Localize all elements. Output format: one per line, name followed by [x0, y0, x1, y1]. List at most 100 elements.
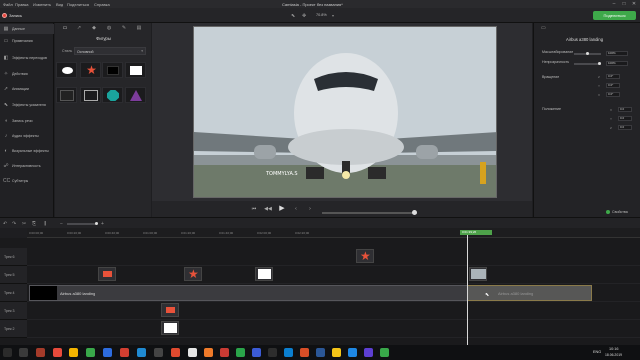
scale-slider-handle[interactable] — [586, 52, 589, 55]
tool-voice-narration[interactable]: ◖ Запись речи — [0, 116, 54, 126]
timeline-ruler[interactable]: 0:00:00;00 0:00:20;00 0:00:40;00 0:01:00… — [27, 228, 640, 238]
split-icon[interactable]: ⫼ — [44, 221, 46, 227]
tool-interactivity[interactable]: ☍ Интерактивность — [0, 161, 54, 171]
app-icon[interactable] — [204, 348, 213, 357]
arrow-icon[interactable]: ↗ — [75, 24, 83, 32]
camtasia-icon[interactable] — [86, 348, 95, 357]
sketch-icon[interactable]: ✎ — [120, 24, 128, 32]
search-icon[interactable] — [19, 348, 28, 357]
properties-button[interactable]: Свойства — [606, 208, 636, 215]
preview-video-frame[interactable]: TOMMYLYA.S — [193, 26, 497, 198]
record-button[interactable]: Запись — [2, 11, 40, 20]
opacity-input[interactable]: 100% — [606, 61, 628, 66]
zoom-level[interactable]: 70.8% — [316, 13, 327, 17]
menu-help[interactable]: Справка — [94, 2, 110, 7]
opacity-slider-handle[interactable] — [598, 62, 601, 65]
track-label[interactable]: Трек 6 — [0, 248, 27, 266]
scale-input[interactable]: 100% — [606, 51, 628, 56]
copy-icon[interactable]: ⎘ — [32, 221, 36, 227]
undo-icon[interactable]: ↶ — [3, 221, 7, 227]
white-rect-shape-icon[interactable] — [125, 62, 146, 78]
app-icon[interactable] — [348, 348, 357, 357]
shape-icon[interactable]: ◆ — [90, 24, 98, 32]
share-button[interactable]: Поделиться — [593, 11, 636, 20]
redo-icon[interactable]: ↷ — [12, 221, 16, 227]
app-icon[interactable] — [36, 348, 45, 357]
minimize-icon[interactable]: – — [610, 1, 618, 7]
pan-tool-icon[interactable]: ✥ — [302, 13, 311, 19]
start-icon[interactable] — [3, 348, 12, 357]
menu-share[interactable]: Поделиться — [67, 2, 89, 7]
callout-icon[interactable]: ▭ — [61, 24, 69, 32]
preview-scrubber[interactable] — [322, 212, 417, 214]
rotation-y-input[interactable]: 0.0° — [606, 83, 620, 88]
playhead[interactable] — [467, 231, 468, 345]
star-clip[interactable]: ★ — [184, 267, 202, 281]
track-label[interactable]: Трек 5 — [0, 266, 27, 284]
next-frame-icon[interactable]: › — [306, 205, 314, 213]
app-icon[interactable] — [252, 348, 261, 357]
tool-annotations[interactable]: ▭ Примечания — [0, 36, 54, 46]
track-label[interactable]: Трек 3 — [0, 302, 27, 320]
keystroke-icon[interactable]: ▤ — [135, 24, 143, 32]
tool-behaviors[interactable]: ✧ Действия — [0, 69, 54, 79]
position-y-input[interactable]: 0.0 — [618, 116, 632, 121]
rotation-z-input[interactable]: 0.0° — [606, 74, 620, 79]
app-icon[interactable] — [171, 348, 180, 357]
position-x-input[interactable]: 0.0 — [618, 107, 632, 112]
step-back-icon[interactable]: ⏮ — [250, 205, 258, 213]
whatsapp-icon[interactable] — [236, 348, 245, 357]
app-icon[interactable] — [300, 348, 309, 357]
menu-file[interactable]: Файл — [3, 2, 13, 7]
callout-clip[interactable] — [161, 303, 179, 317]
app-icon[interactable] — [53, 348, 62, 357]
keyboard-language[interactable]: ENG — [593, 350, 601, 354]
callout-clip[interactable] — [98, 267, 116, 281]
tool-cursor-effects[interactable]: ⬉ Эффекты указателя — [0, 100, 54, 110]
word-icon[interactable] — [316, 348, 325, 357]
app-icon[interactable] — [220, 348, 229, 357]
style-dropdown[interactable]: Основной ▾ — [74, 47, 146, 55]
zoom-in-icon[interactable]: + — [101, 221, 104, 227]
previous-frame-icon[interactable]: ‹ — [292, 205, 300, 213]
clock-time[interactable]: 10:16 — [609, 347, 619, 351]
play-icon[interactable]: ▶ — [278, 205, 286, 213]
app-icon[interactable] — [364, 348, 373, 357]
tool-media[interactable]: ▦ Данные — [0, 24, 54, 34]
app-icon[interactable] — [188, 348, 197, 357]
star-shape-icon[interactable]: ★ — [80, 62, 101, 78]
visual-properties-icon[interactable]: ▭ — [541, 25, 549, 33]
track-label[interactable]: Трек 4 — [0, 284, 27, 302]
timeline-zoom-slider[interactable] — [67, 223, 97, 225]
black-rect-shape-icon[interactable] — [102, 62, 123, 78]
tool-transitions[interactable]: ◧ Эффекты переходов — [0, 53, 54, 63]
tool-audio-effects[interactable]: ♪ Аудио эффекты — [0, 131, 54, 141]
position-z-input[interactable]: 0.0 — [618, 125, 632, 130]
rotation-x-input[interactable]: 0.0° — [606, 92, 620, 97]
select-tool-icon[interactable]: ⬉ — [291, 13, 300, 19]
menu-edit[interactable]: Правка — [15, 2, 29, 7]
scrubber-handle[interactable] — [412, 210, 417, 215]
app-icon[interactable] — [120, 348, 129, 357]
timeline-zoom-handle[interactable] — [95, 222, 98, 225]
dark-rect-shape-icon[interactable] — [56, 87, 77, 103]
app-icon[interactable] — [268, 348, 277, 357]
drag-ghost-clip[interactable]: Airbus a380 landing ⬉ — [467, 285, 592, 301]
purple-triangle-shape-icon[interactable] — [125, 87, 146, 103]
teal-octagon-shape-icon[interactable] — [102, 87, 123, 103]
playhead-time[interactable]: 0:01:39;26 — [460, 230, 492, 235]
app-icon[interactable] — [284, 348, 293, 357]
app-icon[interactable] — [154, 348, 163, 357]
app-icon[interactable] — [380, 348, 389, 357]
tool-visual-effects[interactable]: ◐ Визуальные эффекты — [0, 146, 54, 156]
tool-captions[interactable]: CC Субтитры — [0, 176, 54, 186]
cut-icon[interactable]: ✂ — [22, 221, 26, 227]
clock-date[interactable]: 18.06.2019 — [605, 353, 622, 357]
chrome-icon[interactable] — [69, 348, 78, 357]
app-icon[interactable] — [332, 348, 341, 357]
ellipse-shape-icon[interactable] — [56, 62, 77, 78]
white-rect-clip[interactable] — [255, 267, 273, 281]
menu-modify[interactable]: Изменить — [33, 2, 51, 7]
opacity-slider[interactable] — [574, 63, 601, 65]
menu-view[interactable]: Вид — [56, 2, 63, 7]
